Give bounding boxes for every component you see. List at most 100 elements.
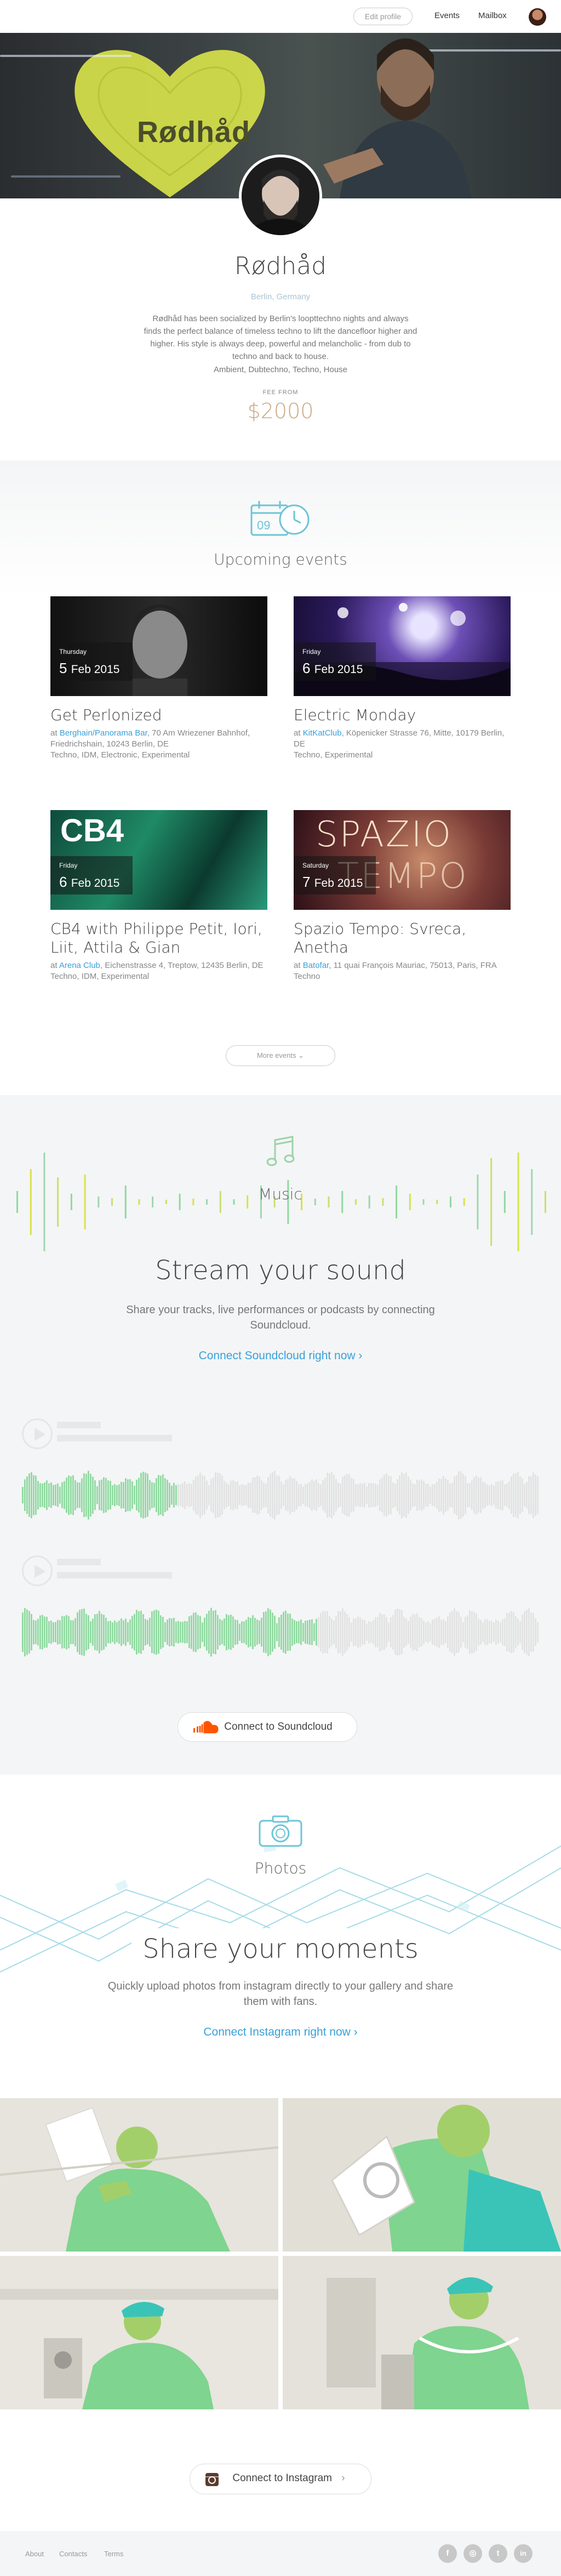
waveform-bar	[280, 1481, 282, 1509]
waveform-bar	[248, 1483, 249, 1508]
photo-tile[interactable]	[0, 2098, 278, 2252]
event-card[interactable]: SPAZIO TEMPO Saturday 7 Feb 2015 Spazio …	[294, 810, 511, 982]
waveform-bar	[397, 1608, 398, 1656]
venue-link[interactable]: KitKatClub	[303, 728, 342, 738]
waveform-bar	[184, 1621, 186, 1644]
twitter-icon[interactable]: t	[489, 2544, 507, 2563]
waveform-bar	[526, 1481, 528, 1509]
venue-link[interactable]: Arena Club	[59, 961, 100, 970]
waveform-bar	[508, 1612, 510, 1652]
waveform-bar	[392, 1615, 394, 1650]
waveform-bar	[500, 1480, 501, 1510]
waveform-bar	[31, 1472, 32, 1518]
instagram-icon	[205, 2473, 219, 2486]
waveform-bar	[267, 1477, 269, 1514]
waveform-bar	[105, 1478, 107, 1513]
waveform-bar	[278, 1617, 280, 1648]
waveform-bar	[103, 1477, 105, 1513]
waveform-bar	[50, 1620, 52, 1644]
event-image[interactable]: SPAZIO TEMPO Saturday 7 Feb 2015	[294, 810, 511, 910]
venue-link[interactable]: Batofar	[303, 961, 329, 970]
footer-terms-link[interactable]: Terms	[104, 2550, 123, 2558]
waveform-bar	[443, 1475, 444, 1515]
event-card[interactable]: Thursday 5 Feb 2015 Get Perlonized at Be…	[50, 596, 267, 761]
waveform-bar	[528, 1608, 530, 1656]
waveform-bar	[134, 1614, 135, 1651]
event-location: at KitKatClub, Köpenicker Strasse 76, Mi…	[294, 728, 505, 749]
linkedin-icon[interactable]: in	[514, 2544, 533, 2563]
waveform-bar	[460, 1616, 462, 1648]
edit-profile-button[interactable]: Edit profile	[353, 8, 413, 25]
photos-headline: Share your moments	[142, 1934, 419, 1964]
footer-contacts-link[interactable]: Contacts	[59, 2550, 87, 2558]
photo-tile[interactable]	[0, 2256, 278, 2409]
event-image[interactable]: CB4 Friday 6 Feb 2015	[50, 810, 267, 910]
waveform-bar	[184, 1481, 186, 1509]
event-image[interactable]: Friday 6 Feb 2015	[294, 596, 511, 696]
waveform-bar	[537, 1476, 539, 1514]
waveform[interactable]	[22, 1468, 539, 1523]
connect-instagram-button[interactable]: Connect to Instagram ›	[190, 2464, 371, 2494]
waveform-bar	[410, 1480, 411, 1511]
waveform-bar	[210, 1608, 212, 1657]
waveform-bar	[357, 1616, 359, 1648]
waveform-bar	[427, 1483, 429, 1507]
waveform-bar	[364, 1620, 365, 1645]
waveform-bar	[241, 1484, 243, 1506]
waveform-bar	[530, 1476, 532, 1514]
waveform-bar	[110, 1621, 111, 1644]
waveform-bar	[486, 1619, 488, 1645]
user-avatar[interactable]	[529, 8, 546, 26]
facebook-icon[interactable]: f	[438, 2544, 457, 2563]
waveform-bar	[178, 1621, 179, 1644]
waveform-bar	[278, 1475, 280, 1515]
waveform-bar	[221, 1475, 223, 1515]
nav-mailbox-link[interactable]: Mailbox	[478, 11, 507, 20]
venue-link[interactable]: Berghain/Panorama Bar	[60, 728, 147, 738]
waveform-bar	[75, 1480, 76, 1511]
event-title[interactable]: Get Perlonized	[50, 706, 267, 725]
waveform-bar	[252, 1478, 254, 1513]
event-image-text: CB4	[60, 813, 124, 848]
waveform-bar	[226, 1614, 227, 1651]
event-card[interactable]: Friday 6 Feb 2015 Electric Monday at Kit…	[294, 596, 511, 761]
waveform-bar	[353, 1618, 354, 1646]
waveform-bar	[243, 1621, 245, 1643]
waveform-bar	[101, 1479, 102, 1511]
waveform-bar	[484, 1482, 486, 1508]
connect-instagram-link[interactable]: Connect Instagram right now ›	[0, 2026, 561, 2039]
event-title[interactable]: CB4 with Philippe Petit, Iori, Liit, Att…	[50, 920, 267, 957]
waveform-bar	[294, 1478, 295, 1512]
more-events-button[interactable]: More events ⌄	[226, 1045, 335, 1066]
photo-tile[interactable]	[283, 2256, 561, 2409]
event-title[interactable]: Electric Monday	[294, 706, 511, 725]
event-title[interactable]: Spazio Tempo: Svreca, Anetha	[294, 920, 511, 957]
instagram-icon[interactable]: ◎	[463, 2544, 482, 2563]
waveform-bar	[445, 1478, 446, 1512]
event-date: Thursday 5 Feb 2015	[50, 642, 133, 681]
waveform-bar	[272, 1472, 273, 1518]
waveform-bar	[202, 1622, 203, 1642]
waveform-bar	[138, 1611, 140, 1654]
connect-soundcloud-button[interactable]: Connect to Soundcloud	[178, 1712, 357, 1742]
waveform-bar	[199, 1472, 201, 1518]
waveform-bar	[434, 1484, 436, 1507]
waveform[interactable]	[22, 1605, 539, 1660]
waveform-bar	[112, 1622, 113, 1642]
waveform-bar	[274, 1615, 276, 1649]
footer-about-link[interactable]: About	[25, 2550, 44, 2558]
play-icon[interactable]	[22, 1418, 53, 1449]
waveform-bar	[48, 1621, 50, 1644]
waveform-bar	[447, 1480, 449, 1511]
photo-tile[interactable]	[283, 2098, 561, 2252]
event-card[interactable]: CB4 Friday 6 Feb 2015 CB4 with Philippe …	[50, 810, 267, 982]
waveform-bar	[497, 1481, 499, 1509]
play-icon[interactable]	[22, 1555, 53, 1586]
nav-events-link[interactable]: Events	[434, 11, 460, 20]
connect-soundcloud-link[interactable]: Connect Soundcloud right now ›	[0, 1349, 561, 1363]
waveform-bar	[331, 1472, 333, 1519]
waveform-bar	[230, 1614, 232, 1650]
event-image[interactable]: Thursday 5 Feb 2015	[50, 596, 267, 696]
waveform-bar	[88, 1615, 89, 1649]
waveform-bar	[307, 1483, 308, 1507]
